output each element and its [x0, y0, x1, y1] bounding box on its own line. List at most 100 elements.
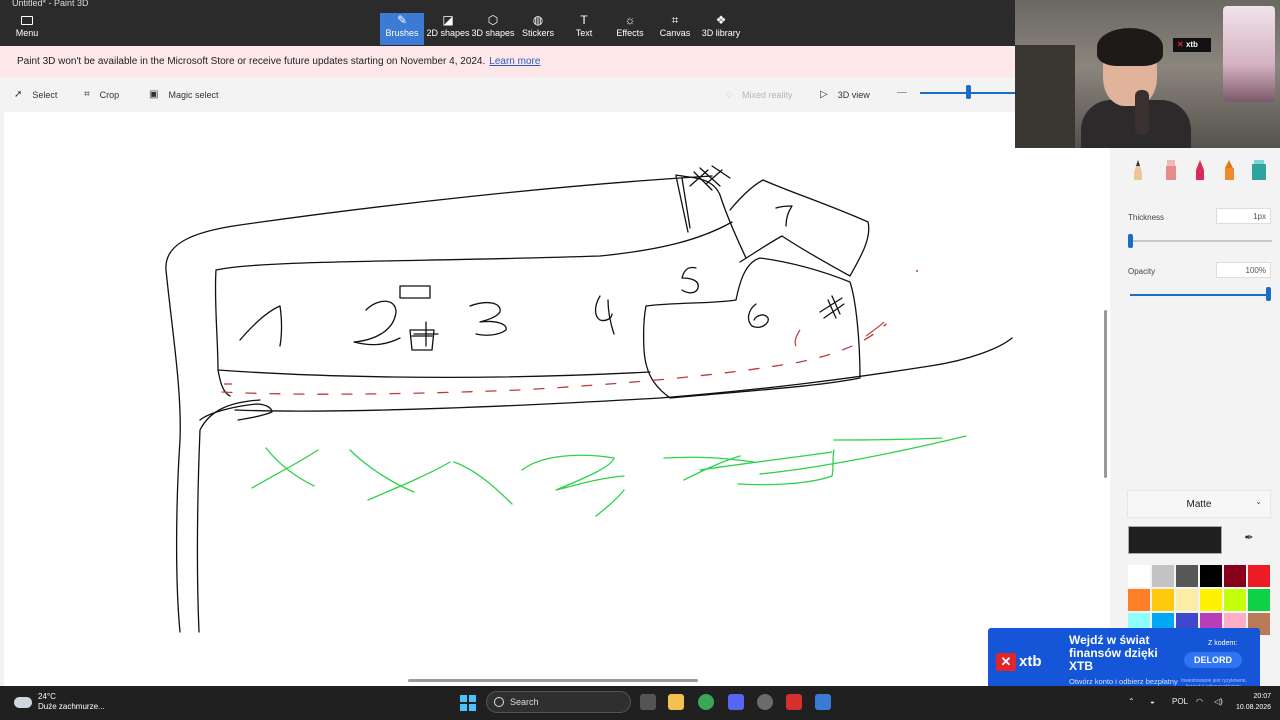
material-dropdown[interactable]: Matte ⌄: [1127, 490, 1271, 518]
opacity-slider-thumb[interactable]: [1266, 287, 1271, 301]
menu-button[interactable]: Menu: [8, 14, 46, 44]
crop-button[interactable]: ⌗ Crop: [84, 89, 119, 100]
clock-time: 20:07: [1253, 693, 1272, 700]
small-rect-stroke: [399, 285, 431, 299]
paint3d-icon[interactable]: [815, 694, 831, 710]
3d-view-icon: ▷: [820, 89, 828, 100]
ad-headline: Wejdź w świat finansów dzięki XTB: [1069, 633, 1158, 673]
xtb-sign: ✕ xtb: [1173, 38, 1211, 52]
color-swatch[interactable]: [1224, 565, 1246, 587]
tool-2d-shapes[interactable]: ◪ 2D shapes: [426, 13, 470, 45]
crop-icon: ⌗: [84, 89, 90, 100]
tray-chevron-icon[interactable]: ⌃: [1128, 697, 1135, 706]
weather-widget[interactable]: 24°C Duże zachmurze...: [14, 692, 105, 712]
2d-shapes-icon: ◪: [442, 13, 454, 27]
red-stroke-house: [794, 321, 885, 347]
vertical-scrollbar[interactable]: [1104, 310, 1107, 478]
xtb-logo: ✕ xtb: [996, 653, 1058, 675]
pen-icon: [1134, 160, 1142, 180]
hatch-marks-house6: [819, 295, 845, 319]
thickness-slider-track[interactable]: [1130, 240, 1272, 242]
magic-select-button[interactable]: ▣ Magic select: [149, 89, 218, 100]
tool-label: 2D shapes: [426, 28, 470, 38]
green-x-3: [453, 461, 513, 505]
color-swatch[interactable]: [1200, 565, 1222, 587]
3d-view-label: 3D view: [837, 89, 870, 100]
green-lines: [663, 435, 967, 486]
tool-text[interactable]: T Text: [568, 13, 600, 45]
task-view-icon[interactable]: [640, 694, 656, 710]
mixed-reality-button[interactable]: ◌ Mixed reality: [726, 89, 792, 100]
network-icon[interactable]: ◒: [1150, 697, 1155, 706]
tool-3d-library[interactable]: ❖ 3D library: [700, 13, 742, 45]
text-icon: T: [580, 13, 588, 27]
tool-3d-shapes[interactable]: ⬡ 3D shapes: [471, 13, 515, 45]
wifi-icon[interactable]: ◠: [1196, 697, 1203, 706]
zoom-slider-thumb[interactable]: [966, 85, 971, 99]
thickness-slider-thumb[interactable]: [1128, 234, 1133, 248]
green-squiggle-2: [595, 489, 625, 517]
selection-toolbar: ➚ Select ⌗ Crop ▣ Magic select ◌ Mixed r…: [0, 77, 1015, 112]
weather-text: Duże zachmurze...: [38, 702, 105, 711]
obs-icon[interactable]: [757, 694, 773, 710]
crayon-icon: [1225, 160, 1234, 180]
select-button[interactable]: ➚ Select: [14, 89, 57, 100]
3d-library-icon: ❖: [715, 13, 727, 27]
brush-icon: ✎: [396, 13, 408, 27]
opacity-input[interactable]: 100%: [1216, 262, 1271, 278]
3d-view-button[interactable]: ▷ 3D view: [820, 89, 870, 100]
deprecation-notice: Paint 3D won't be available in the Micro…: [0, 46, 1015, 77]
color-swatch[interactable]: [1128, 589, 1150, 611]
tool-stickers[interactable]: ◍ Stickers: [518, 13, 558, 45]
chrome-icon[interactable]: [698, 694, 714, 710]
volume-icon[interactable]: ◁): [1214, 697, 1223, 706]
file-explorer-icon[interactable]: [668, 694, 684, 710]
tool-brushes[interactable]: ✎ Brushes: [380, 13, 424, 45]
person-hair: [1097, 28, 1163, 66]
temperature: 24°C: [38, 692, 56, 701]
search-placeholder: Search: [510, 697, 539, 707]
color-swatch[interactable]: [1200, 589, 1222, 611]
tool-label: Text: [575, 28, 593, 38]
green-x-2: [349, 449, 451, 501]
discord-icon[interactable]: [728, 694, 744, 710]
green-x-1: [251, 447, 319, 489]
app-icon[interactable]: [786, 694, 802, 710]
color-swatch[interactable]: [1176, 565, 1198, 587]
cursor-icon: ➚: [14, 89, 23, 100]
folder-icon: [21, 16, 33, 25]
color-swatch[interactable]: [1152, 565, 1174, 587]
horizontal-scrollbar[interactable]: [408, 679, 698, 682]
menu-label: Menu: [15, 28, 39, 38]
color-swatch[interactable]: [1176, 589, 1198, 611]
drawing-canvas[interactable]: [4, 112, 1110, 686]
color-swatch[interactable]: [1152, 589, 1174, 611]
mixed-reality-icon: ◌: [726, 89, 732, 100]
red-dot: [916, 270, 918, 272]
tool-effects[interactable]: ☼ Effects: [612, 13, 648, 45]
opacity-slider-track[interactable]: [1130, 294, 1270, 296]
screen: Untitled* - Paint 3D Menu ✎ Brushes ◪ 2D…: [0, 0, 1280, 720]
eyedropper-icon[interactable]: ✒: [1240, 531, 1258, 549]
color-swatch[interactable]: [1128, 565, 1150, 587]
digit-6: [747, 303, 769, 328]
language-indicator[interactable]: POL: [1172, 697, 1188, 706]
inner-road-stroke: [196, 399, 261, 633]
thickness-input[interactable]: 1px: [1216, 208, 1271, 224]
search-icon: [494, 697, 504, 707]
clock[interactable]: 20:07 10.08.2026: [1236, 691, 1271, 713]
road-bottom-stroke: [234, 337, 1013, 412]
color-swatch[interactable]: [1248, 589, 1270, 611]
zoom-out-icon[interactable]: [897, 92, 907, 93]
tool-canvas[interactable]: ⌗ Canvas: [658, 13, 692, 45]
taskbar-search[interactable]: Search: [486, 691, 631, 713]
spray-can-icon: [1252, 160, 1266, 180]
windows-start-icon[interactable]: [460, 695, 476, 711]
color-swatch[interactable]: [1248, 565, 1270, 587]
learn-more-link[interactable]: Learn more: [489, 56, 540, 67]
tool-label: Brushes: [385, 28, 419, 38]
digit-5: [681, 266, 699, 294]
color-swatch[interactable]: [1224, 589, 1246, 611]
selected-color[interactable]: [1128, 526, 1222, 554]
road-upper-stroke: [675, 174, 747, 259]
